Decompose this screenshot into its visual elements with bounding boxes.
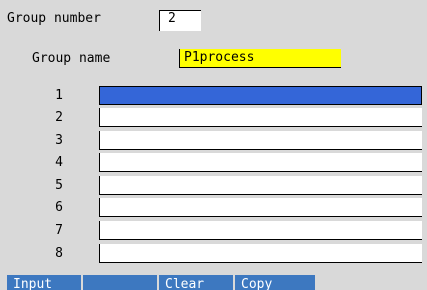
row-number: 3 — [55, 133, 63, 148]
group-name-label: Group name — [32, 51, 111, 66]
row-number: 8 — [55, 246, 63, 261]
row-field-6[interactable] — [99, 198, 422, 217]
row-field-5[interactable] — [99, 176, 422, 195]
input-softkey[interactable]: Input — [7, 275, 83, 290]
clear-softkey[interactable]: Clear — [159, 275, 235, 290]
row-field-3[interactable] — [99, 131, 422, 150]
row-field-2[interactable] — [99, 108, 422, 127]
row-number: 2 — [55, 110, 63, 125]
group-number-field[interactable]: 2 — [159, 10, 201, 31]
row-number: 5 — [55, 178, 63, 193]
row-number: 6 — [55, 200, 63, 215]
row-field-7[interactable] — [99, 221, 422, 240]
copy-softkey[interactable]: Copy — [235, 275, 315, 290]
group-number-label: Group number — [7, 11, 101, 26]
row-field-4[interactable] — [99, 153, 422, 172]
row-field-1[interactable] — [99, 86, 422, 105]
group-name-field[interactable]: P1process — [179, 49, 341, 68]
row-number: 7 — [55, 223, 63, 238]
row-number: 1 — [55, 88, 63, 103]
row-number: 4 — [55, 155, 63, 170]
row-field-8[interactable] — [99, 244, 422, 263]
softkey-bar: Input Clear Copy — [7, 275, 315, 290]
blank-softkey[interactable] — [83, 275, 159, 290]
